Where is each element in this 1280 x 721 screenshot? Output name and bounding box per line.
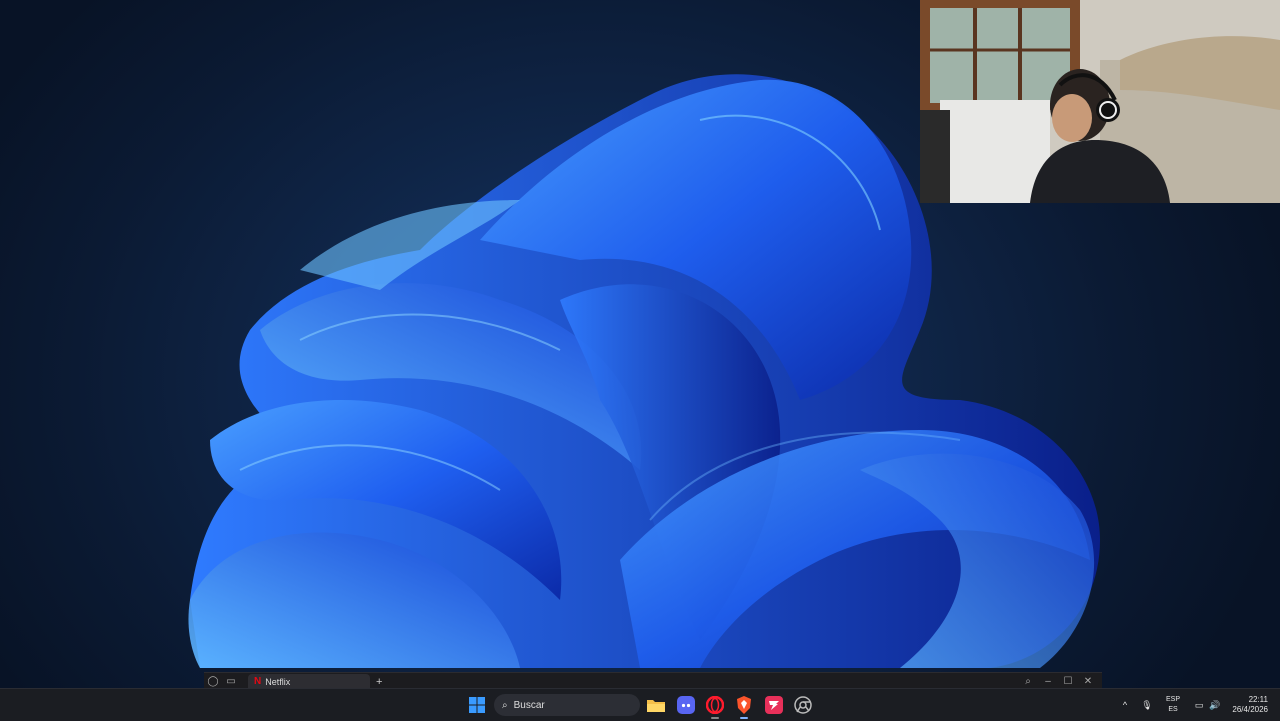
minimize-button[interactable]: – [1040, 676, 1056, 687]
opera-icon [706, 696, 724, 714]
chrome-icon [794, 696, 812, 714]
chrome-button[interactable] [791, 693, 815, 717]
opera-button[interactable] [703, 693, 727, 719]
tab-netflix[interactable]: N Netflix [248, 673, 370, 688]
time: 22:11 [1248, 695, 1268, 704]
webcam-image [920, 0, 1280, 203]
search-tabs-icon[interactable]: ⌕ [1020, 676, 1036, 687]
red-app-button[interactable] [762, 693, 786, 717]
microphone-icon[interactable]: 🎙 [1140, 689, 1154, 721]
network-icon[interactable]: ▭ [1192, 689, 1206, 721]
brave-icon [737, 696, 751, 714]
volume-icon[interactable]: 🔊 [1208, 689, 1222, 721]
system-tray: ^ 🎙 ESP ES ▭ 🔊 22:11 26/4/2026 [1112, 689, 1280, 721]
discord-icon [677, 696, 695, 714]
browser-window-strip: ◯ ▭ N Netflix + ⌕ – ☐ ✕ [204, 672, 1102, 688]
taskbar: ⌕ Buscar ^ 🎙 ESP ES ▭ 🔊 22:11 26/4/2026 [0, 688, 1280, 721]
webcam-overlay [920, 0, 1280, 203]
search-icon: ⌕ [502, 699, 508, 711]
language-indicator[interactable]: ESP ES [1160, 689, 1186, 721]
app-red-icon [765, 696, 783, 714]
window-controls: ⌕ – ☐ ✕ [1020, 676, 1102, 687]
netflix-favicon-icon: N [254, 676, 262, 687]
start-button[interactable] [465, 693, 489, 717]
tab-islands-icon[interactable]: ▭ [222, 673, 240, 688]
file-explorer-button[interactable] [644, 693, 668, 717]
search-placeholder: Buscar [513, 699, 545, 711]
show-hidden-icons-button[interactable]: ^ [1118, 689, 1132, 721]
date: 26/4/2026 [1232, 705, 1268, 714]
language-code: ESP [1165, 696, 1180, 703]
close-button[interactable]: ✕ [1080, 676, 1096, 687]
discord-button[interactable] [674, 693, 698, 717]
new-tab-button[interactable]: + [376, 676, 382, 688]
keyboard-layout: ES [1168, 706, 1178, 713]
tab-title: Netflix [265, 676, 291, 687]
brave-button[interactable] [732, 693, 756, 719]
running-indicator [711, 717, 719, 719]
windows-logo-icon [469, 697, 485, 713]
opera-sidebar-icon[interactable]: ◯ [204, 673, 222, 688]
taskbar-search[interactable]: ⌕ Buscar [494, 694, 640, 716]
file-explorer-icon [647, 700, 665, 712]
desktop: ◯ ▭ N Netflix + ⌕ – ☐ ✕ [0, 0, 1280, 688]
maximize-button[interactable]: ☐ [1060, 676, 1076, 687]
running-indicator [740, 717, 748, 719]
clock[interactable]: 22:11 26/4/2026 [1224, 689, 1268, 721]
